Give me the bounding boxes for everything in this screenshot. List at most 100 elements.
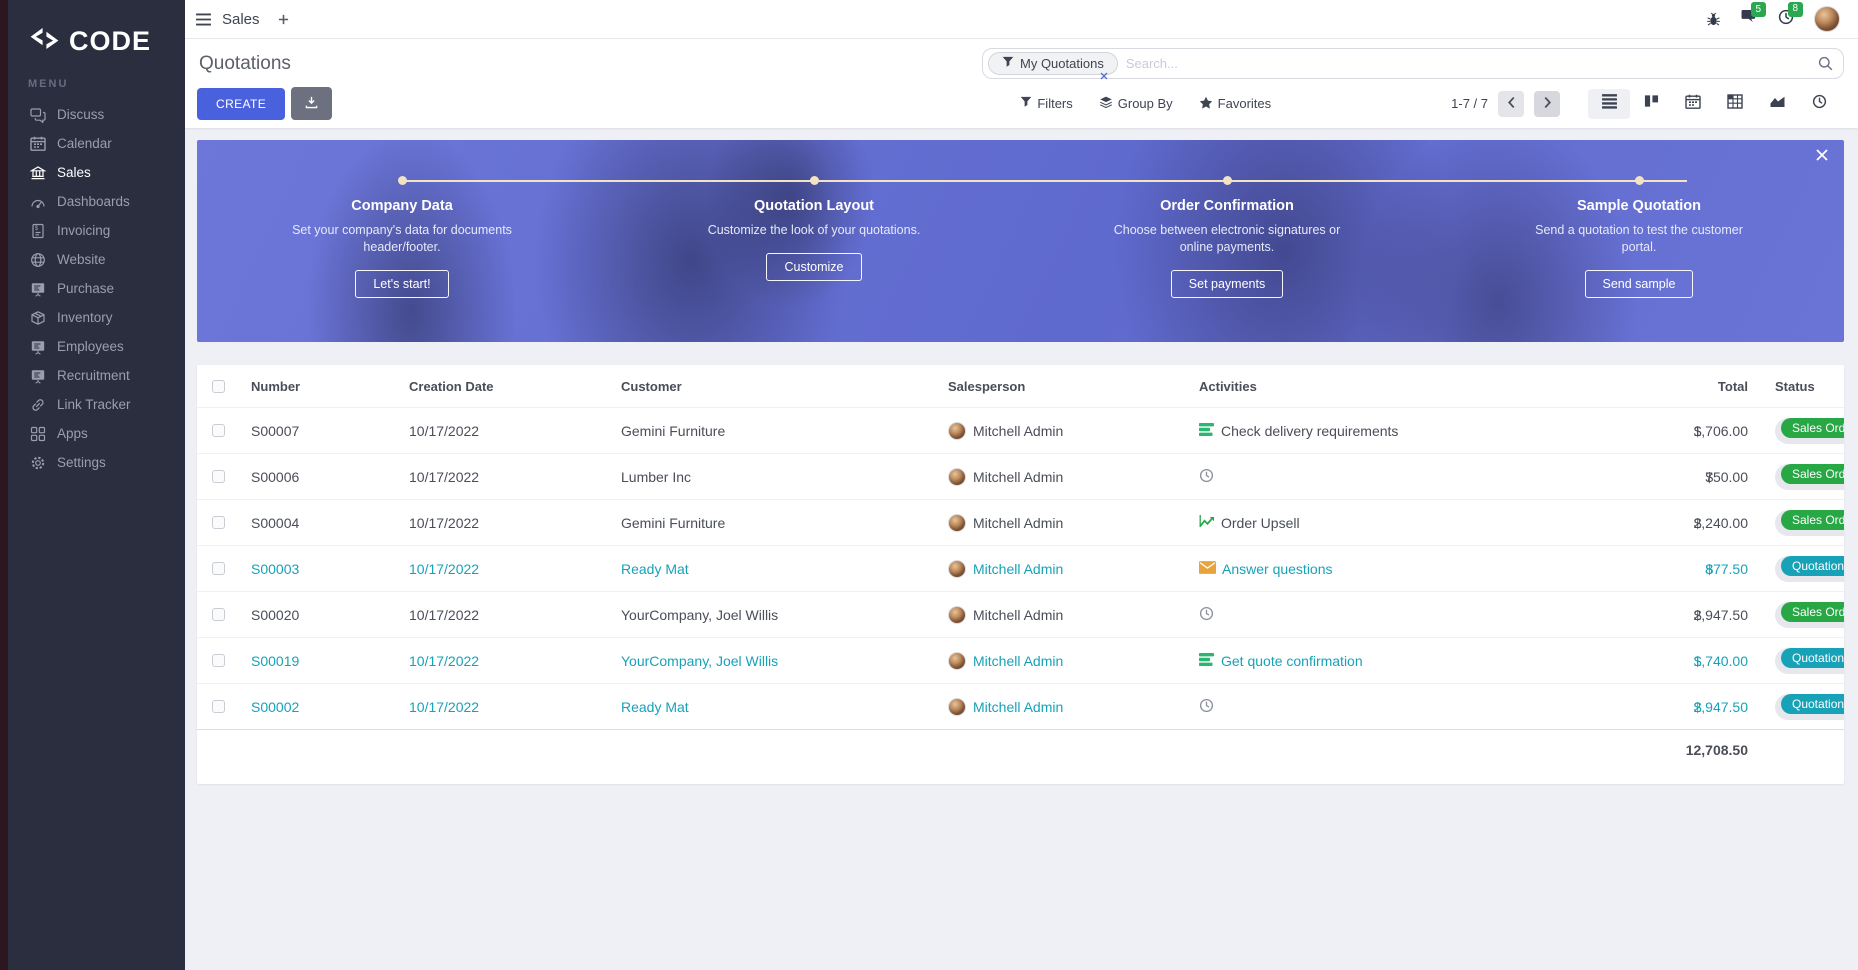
search-icon[interactable] — [1818, 56, 1833, 71]
hamburger-menu-icon[interactable] — [195, 13, 212, 26]
view-switch-activity[interactable] — [1798, 89, 1840, 119]
select-all-checkbox[interactable] — [212, 380, 225, 393]
activity-label[interactable]: Answer questions — [1222, 561, 1333, 577]
cell-creation-date[interactable]: 10/17/2022 — [397, 699, 609, 715]
activities-icon[interactable]: 8 — [1778, 9, 1794, 30]
activity-label[interactable]: Order Upsell — [1221, 515, 1300, 531]
row-checkbox[interactable] — [212, 424, 225, 437]
user-avatar[interactable] — [1814, 6, 1840, 32]
chartup-activity-icon[interactable] — [1199, 514, 1215, 531]
column-header-salesperson[interactable]: Salesperson — [936, 379, 1187, 394]
cell-salesperson[interactable]: Mitchell Admin — [936, 652, 1187, 670]
tasks-activity-icon[interactable] — [1199, 653, 1215, 669]
create-button[interactable]: CREATE — [197, 88, 285, 120]
column-header-customer[interactable]: Customer — [609, 379, 936, 394]
messages-icon[interactable]: 5 — [1741, 9, 1758, 29]
row-checkbox[interactable] — [212, 562, 225, 575]
group-by-button[interactable]: Group By — [1099, 95, 1173, 112]
sidebar-item-calendar[interactable]: Calendar — [8, 129, 185, 158]
cell-salesperson[interactable]: Mitchell Admin — [936, 606, 1187, 624]
row-checkbox[interactable] — [212, 470, 225, 483]
cell-activities[interactable] — [1187, 698, 1628, 716]
pager-next-button[interactable] — [1534, 91, 1560, 117]
debug-bug-icon[interactable] — [1706, 12, 1721, 27]
cell-number[interactable]: S00020 — [239, 607, 397, 623]
sidebar-item-settings[interactable]: Settings — [8, 448, 185, 477]
sidebar-item-link-tracker[interactable]: Link Tracker — [8, 390, 185, 419]
step-action-button[interactable]: Send sample — [1585, 270, 1694, 298]
cell-customer[interactable]: Gemini Furniture — [609, 515, 936, 531]
cell-activities[interactable]: Answer questions — [1187, 561, 1628, 577]
clock-activity-icon[interactable] — [1199, 468, 1214, 486]
view-switch-list[interactable] — [1588, 89, 1630, 119]
table-row-S00020[interactable]: S0002010/17/2022YourCompany, Joel Willis… — [197, 591, 1844, 637]
sidebar-item-dashboards[interactable]: Dashboards — [8, 187, 185, 216]
cell-activities[interactable] — [1187, 606, 1628, 624]
cell-number[interactable]: S00002 — [239, 699, 397, 715]
table-row-S00004[interactable]: S0000410/17/2022Gemini FurnitureMitchell… — [197, 499, 1844, 545]
banner-close-icon[interactable] — [1816, 149, 1828, 161]
cell-activities[interactable] — [1187, 468, 1628, 486]
cell-activities[interactable]: Get quote confirmation — [1187, 653, 1628, 669]
cell-number[interactable]: S00019 — [239, 653, 397, 669]
cell-activities[interactable]: Check delivery requirements — [1187, 423, 1628, 439]
export-download-button[interactable] — [291, 87, 332, 120]
search-input[interactable] — [1126, 56, 1818, 71]
sidebar-item-recruitment[interactable]: Recruitment — [8, 361, 185, 390]
cell-customer[interactable]: Gemini Furniture — [609, 423, 936, 439]
table-row-S00002[interactable]: S0000210/17/2022Ready MatMitchell Admin$… — [197, 683, 1844, 729]
sidebar-item-employees[interactable]: Employees — [8, 332, 185, 361]
clock-activity-icon[interactable] — [1199, 606, 1214, 624]
column-header-number[interactable]: Number — [239, 379, 397, 394]
cell-creation-date[interactable]: 10/17/2022 — [397, 423, 609, 439]
table-row-S00007[interactable]: S0000710/17/2022Gemini FurnitureMitchell… — [197, 407, 1844, 453]
sidebar-item-apps[interactable]: Apps — [8, 419, 185, 448]
new-tab-plus-icon[interactable] — [278, 14, 289, 25]
table-row-S00019[interactable]: S0001910/17/2022YourCompany, Joel Willis… — [197, 637, 1844, 683]
column-header-creation-date[interactable]: Creation Date — [397, 379, 609, 394]
cell-number[interactable]: S00004 — [239, 515, 397, 531]
pager-prev-button[interactable] — [1498, 91, 1524, 117]
sidebar-item-invoicing[interactable]: $Invoicing — [8, 216, 185, 245]
sidebar-item-inventory[interactable]: Inventory — [8, 303, 185, 332]
row-checkbox[interactable] — [212, 516, 225, 529]
table-row-S00003[interactable]: S0000310/17/2022Ready MatMitchell AdminA… — [197, 545, 1844, 591]
sidebar-item-discuss[interactable]: Discuss — [8, 100, 185, 129]
cell-creation-date[interactable]: 10/17/2022 — [397, 607, 609, 623]
activity-label[interactable]: Get quote confirmation — [1221, 653, 1363, 669]
row-checkbox[interactable] — [212, 654, 225, 667]
cell-activities[interactable]: Order Upsell — [1187, 514, 1628, 531]
cell-salesperson[interactable]: Mitchell Admin — [936, 514, 1187, 532]
row-checkbox[interactable] — [212, 608, 225, 621]
cell-creation-date[interactable]: 10/17/2022 — [397, 653, 609, 669]
sidebar-item-website[interactable]: Website — [8, 245, 185, 274]
tasks-activity-icon[interactable] — [1199, 423, 1215, 439]
step-action-button[interactable]: Customize — [766, 253, 861, 281]
activity-label[interactable]: Check delivery requirements — [1221, 423, 1398, 439]
cell-salesperson[interactable]: Mitchell Admin — [936, 560, 1187, 578]
search-bar[interactable]: My Quotations — [982, 48, 1844, 79]
view-switch-calendar[interactable] — [1672, 89, 1714, 119]
view-switch-pivot[interactable] — [1714, 89, 1756, 119]
envelope-activity-icon[interactable] — [1199, 561, 1216, 577]
cell-customer[interactable]: Ready Mat — [609, 699, 936, 715]
sidebar-item-purchase[interactable]: Purchase — [8, 274, 185, 303]
column-header-activities[interactable]: Activities — [1187, 379, 1628, 394]
cell-customer[interactable]: YourCompany, Joel Willis — [609, 653, 936, 669]
filters-button[interactable]: Filters — [1020, 96, 1072, 111]
cell-creation-date[interactable]: 10/17/2022 — [397, 469, 609, 485]
cell-customer[interactable]: Lumber Inc — [609, 469, 936, 485]
cell-number[interactable]: S00006 — [239, 469, 397, 485]
cell-salesperson[interactable]: Mitchell Admin — [936, 468, 1187, 486]
step-action-button[interactable]: Set payments — [1171, 270, 1283, 298]
view-switch-kanban[interactable] — [1630, 89, 1672, 119]
view-switch-graph[interactable] — [1756, 89, 1798, 119]
cell-salesperson[interactable]: Mitchell Admin — [936, 698, 1187, 716]
sidebar-item-sales[interactable]: Sales — [8, 158, 185, 187]
column-header-total[interactable]: Total — [1628, 379, 1748, 394]
cell-creation-date[interactable]: 10/17/2022 — [397, 515, 609, 531]
cell-creation-date[interactable]: 10/17/2022 — [397, 561, 609, 577]
cell-number[interactable]: S00007 — [239, 423, 397, 439]
cell-customer[interactable]: YourCompany, Joel Willis — [609, 607, 936, 623]
cell-salesperson[interactable]: Mitchell Admin — [936, 422, 1187, 440]
